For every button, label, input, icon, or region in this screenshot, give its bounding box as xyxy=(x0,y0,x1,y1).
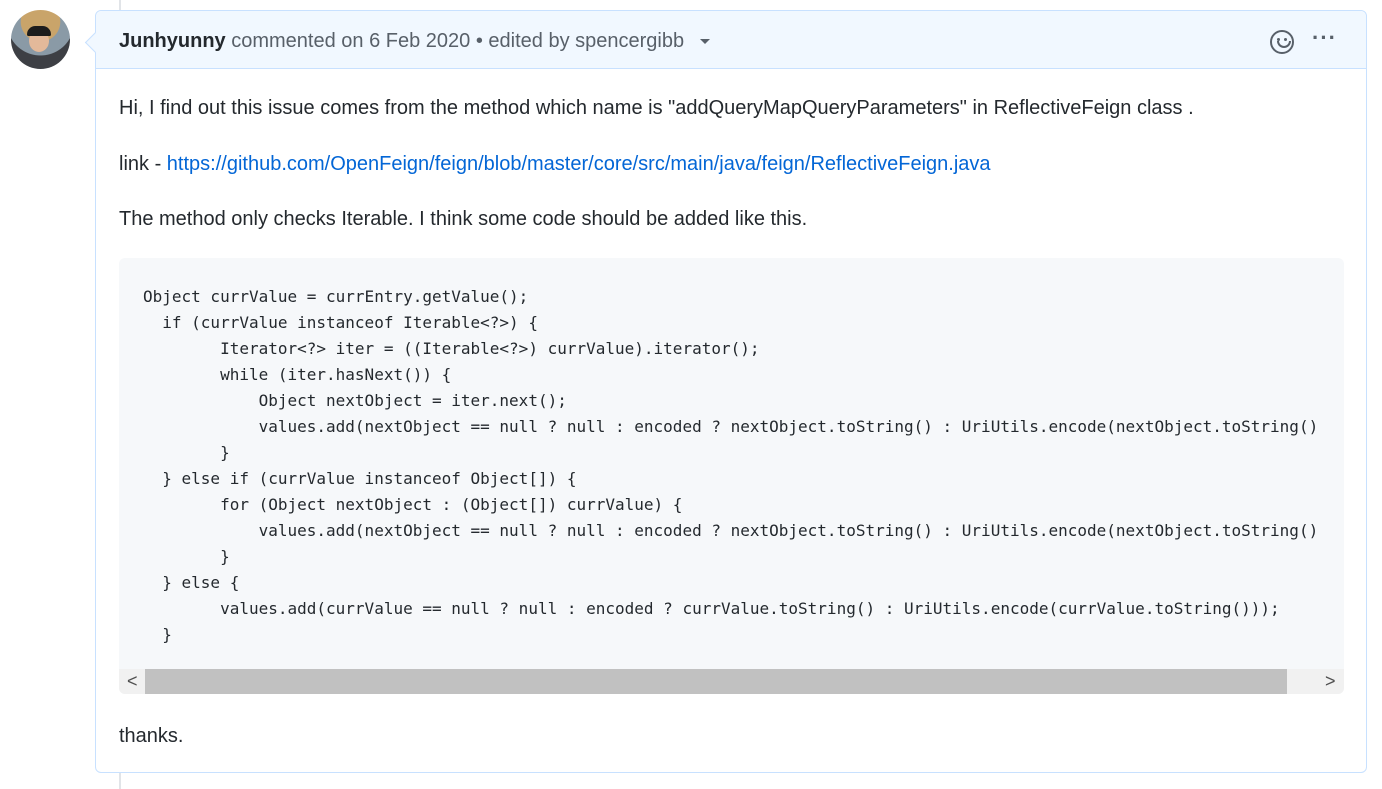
comment-paragraph: The method only checks Iterable. I think… xyxy=(119,208,808,230)
scrollbar-thumb[interactable] xyxy=(145,669,1287,694)
scroll-right-icon[interactable]: > xyxy=(1325,671,1336,692)
comment-box: Junhyunny commented on 6 Feb 2020 • edit… xyxy=(95,10,1367,773)
avatar[interactable] xyxy=(11,10,70,69)
comment-header: Junhyunny commented on 6 Feb 2020 • edit… xyxy=(96,11,1366,69)
code-block: Object currValue = currEntry.getValue();… xyxy=(119,258,1344,694)
source-link[interactable]: https://github.com/OpenFeign/feign/blob/… xyxy=(167,153,991,175)
comment-meta[interactable]: commented on 6 Feb 2020 • edited by spen… xyxy=(231,30,684,52)
horizontal-scrollbar[interactable]: < > xyxy=(119,669,1344,694)
closing-text: thanks. xyxy=(119,725,184,747)
add-reaction-icon[interactable] xyxy=(1270,30,1294,54)
link-paragraph: link - https://github.com/OpenFeign/feig… xyxy=(119,153,991,176)
edit-history-caret-icon[interactable] xyxy=(699,39,710,45)
author-link[interactable]: Junhyunny xyxy=(119,30,226,52)
scroll-left-icon[interactable]: < xyxy=(127,671,138,692)
code-text: Object currValue = currEntry.getValue();… xyxy=(143,287,1319,644)
link-prefix: link - xyxy=(119,153,167,175)
comment-paragraph: Hi, I find out this issue comes from the… xyxy=(119,97,1194,119)
more-options-icon[interactable]: ··· xyxy=(1312,25,1337,51)
